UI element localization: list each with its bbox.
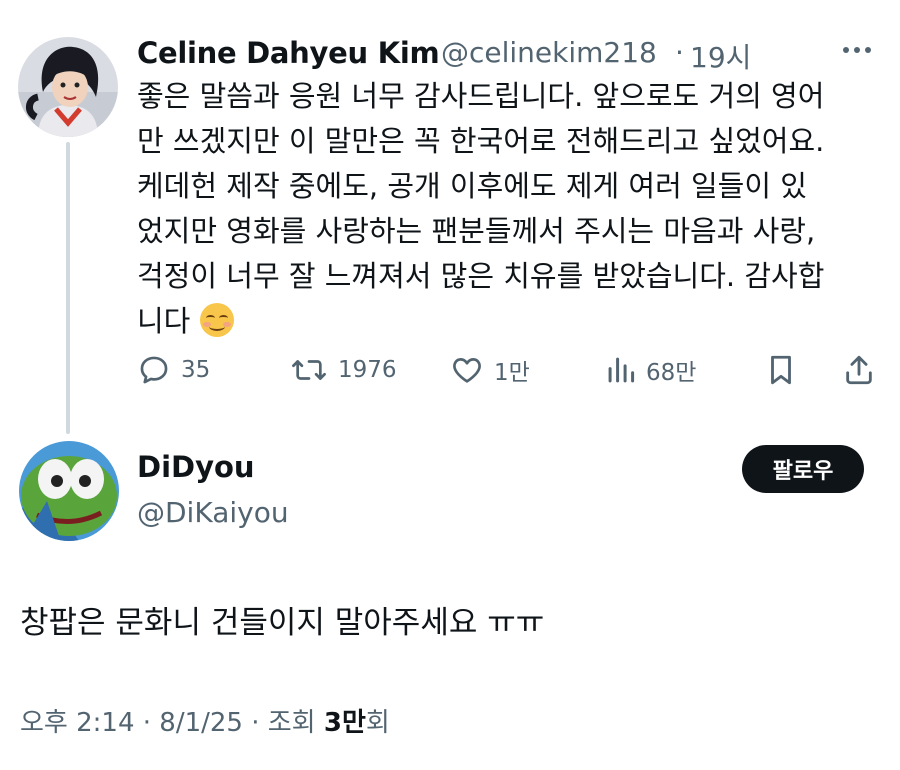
tweet-text-line: 케데헌 제작 중에도, 공개 이후에도 제게 여러 일들이 있	[137, 169, 807, 203]
reply-icon	[140, 356, 168, 384]
author-handle[interactable]: @celinekim218	[441, 36, 657, 69]
tweet-text-line: 었지만 영화를 사랑하는 팬분들께서 주시는 마음과 사랑,	[137, 214, 816, 248]
bookmark-icon	[771, 355, 791, 385]
views-count: 68만	[646, 360, 697, 386]
tweet-text-line: 만 쓰겠지만 이 말만은 꼭 한국어로 전해드리고 싶었어요.	[137, 124, 825, 158]
avatar-celine[interactable]	[18, 37, 118, 137]
tweet-text-line: 걱정이 너무 잘 느껴져서 많은 치유를 받았습니다. 감사합	[137, 259, 825, 293]
timestamp-date[interactable]: 오후 2:14 · 8/1/25 · 조회	[20, 708, 324, 738]
tweet-text-line: 니다	[137, 304, 191, 338]
author-name[interactable]: Celine Dahyeu Kim	[137, 36, 440, 70]
views-button[interactable]: 68만	[606, 350, 696, 390]
bookmark-button[interactable]	[766, 350, 796, 390]
retweet-icon	[292, 360, 326, 380]
separator-dot: ·	[675, 36, 684, 69]
reply-author-name[interactable]: DiDyou	[137, 450, 255, 484]
retweet-button[interactable]: 1976	[290, 350, 397, 390]
tweet-text-line: 좋은 말씀과 응원 너무 감사드립니다. 앞으로도 거의 영어	[137, 79, 825, 113]
views-suffix: 회	[365, 708, 390, 738]
thread-line	[66, 142, 70, 434]
views-total: 3만	[323, 708, 366, 738]
share-button[interactable]	[843, 350, 875, 390]
reply-text: 창팝은 문화니 건들이지 말아주세요 ㅠㅠ	[20, 605, 545, 641]
tweet-text-line-last: 니다	[137, 299, 897, 344]
tweet-time[interactable]: 19시	[690, 36, 751, 76]
tweet-metadata: 오후 2:14 · 8/1/25 · 조회 3만회	[20, 702, 390, 739]
smiling-face-emoji-icon	[200, 303, 235, 337]
reply-author-handle[interactable]: @DiKaiyou	[137, 496, 289, 529]
retweet-count: 1976	[338, 357, 397, 383]
share-icon	[846, 355, 872, 385]
tweet-text: 좋은 말씀과 응원 너무 감사드립니다. 앞으로도 거의 영어 만 쓰겠지만 이…	[137, 74, 897, 344]
reply-count: 35	[181, 357, 211, 383]
heart-icon	[453, 358, 481, 383]
reply-button[interactable]: 35	[137, 350, 210, 390]
more-options-icon[interactable]	[843, 44, 879, 56]
avatar-didyou[interactable]	[19, 441, 119, 541]
follow-button[interactable]: 팔로우	[742, 445, 864, 493]
like-count: 1만	[494, 360, 530, 386]
like-button[interactable]: 1만	[450, 350, 530, 390]
views-chart-icon	[608, 357, 635, 383]
